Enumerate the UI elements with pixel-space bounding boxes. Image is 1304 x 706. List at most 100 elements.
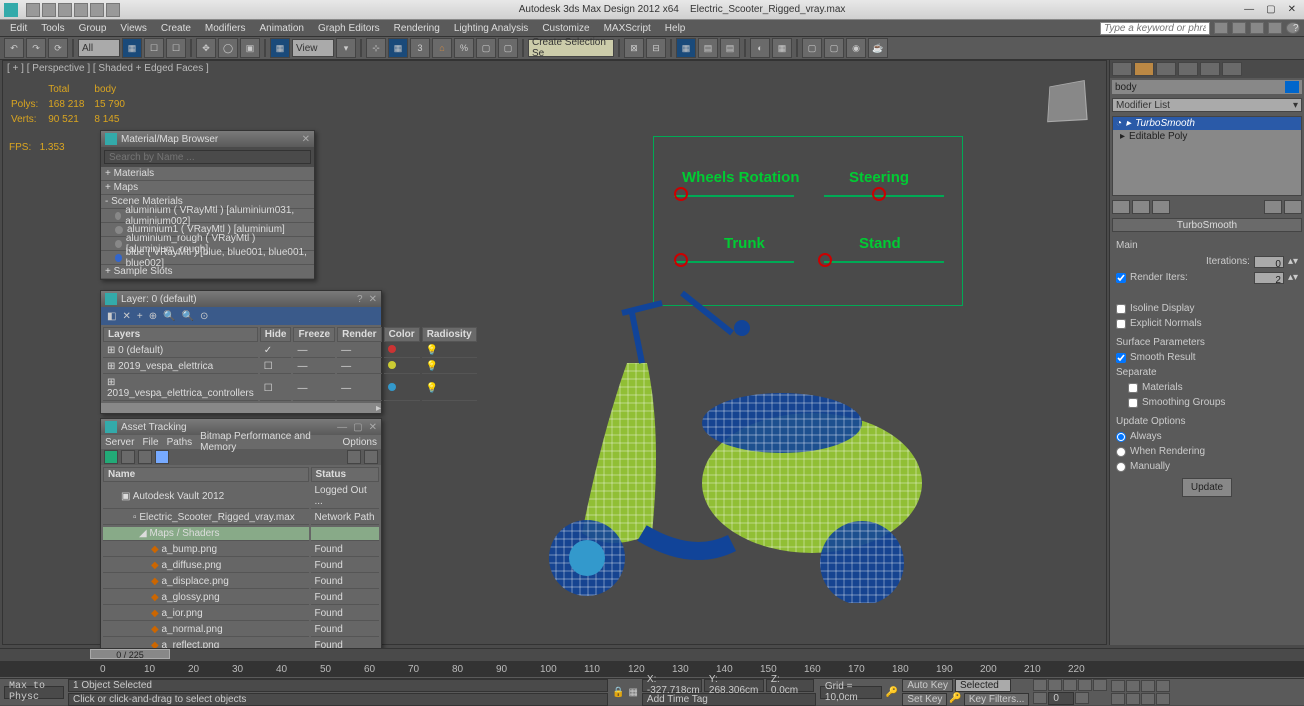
layer-row[interactable]: ⊞ 2019_vespa_elettrica☐——💡 [103,360,477,374]
render-frame-button[interactable]: ▢ [802,38,822,58]
refcoord-button[interactable]: ▦ [270,38,290,58]
menu-animation[interactable]: Animation [253,23,309,34]
time-config-button[interactable] [1075,692,1089,704]
menu-graph-editors[interactable]: Graph Editors [312,23,386,34]
move-button[interactable]: ✥ [196,38,216,58]
qat-btn[interactable] [42,3,56,17]
layers-button[interactable]: ▦ [676,38,696,58]
menu-tools[interactable]: Tools [35,23,70,34]
asset-row[interactable]: ◢ Maps / Shaders [103,527,379,541]
viewcube[interactable] [1047,80,1088,122]
layer-tool[interactable]: ⊕ [149,311,157,322]
maximize-button[interactable]: ▢ [1266,4,1275,15]
menu-edit[interactable]: Edit [4,23,33,34]
z-coord[interactable]: Z: 0,0cm [766,679,814,692]
search-icon[interactable] [1214,22,1228,34]
asset-row[interactable]: ◆ a_diffuse.pngFound [103,559,379,573]
stack-tool[interactable] [1152,200,1170,214]
menu-tool[interactable] [1268,22,1282,34]
rollout-header[interactable]: TurboSmooth [1112,218,1302,232]
help-search-input[interactable] [1100,22,1210,35]
hud-slider[interactable] [674,195,794,197]
close-button[interactable]: ✕ [1288,4,1296,15]
render-iters-spinner[interactable]: 2 [1254,272,1284,284]
menu-help[interactable]: Help [659,23,692,34]
render-iters-checkbox[interactable] [1116,273,1126,283]
nav-button[interactable] [1111,693,1125,705]
material-item[interactable]: aluminium ( VRayMtl ) [aluminium031, alu… [101,209,314,223]
asset-tool[interactable] [364,450,378,464]
layer-tool[interactable]: + [137,311,143,322]
update-manually-radio[interactable]: Manually [1116,459,1298,474]
time-tag[interactable]: Add Time Tag [642,693,816,706]
coord-icon[interactable]: ▦ [628,687,637,698]
spinner-snap-button[interactable]: ⌂ [432,38,452,58]
tab-hierarchy[interactable] [1156,62,1176,76]
hud-slider[interactable] [824,261,944,263]
undo-button[interactable]: ↶ [4,38,24,58]
qat-btn[interactable] [74,3,88,17]
asset-menu[interactable]: Server [105,437,134,448]
material-search-input[interactable] [104,150,311,164]
nav-button[interactable] [1156,693,1170,705]
panel-close-button[interactable]: ✕ [302,134,310,145]
modifier-list-dropdown[interactable]: Modifier List▾ [1112,98,1302,112]
layer-row[interactable]: ⊞ 0 (default)✓——💡 [103,344,477,358]
asset-tool[interactable] [138,450,152,464]
panel-close-button[interactable]: ✕ [369,422,377,433]
menu-views[interactable]: Views [114,23,153,34]
align-button[interactable]: ⊟ [646,38,666,58]
prev-frame-button[interactable] [1048,679,1062,691]
select-region-button[interactable]: ☐ [166,38,186,58]
menu-customize[interactable]: Customize [536,23,595,34]
nav-button[interactable] [1156,680,1170,692]
tool-button[interactable]: % [454,38,474,58]
asset-row[interactable]: ◆ a_normal.pngFound [103,623,379,637]
asset-tool[interactable] [104,450,118,464]
tool-button[interactable]: ☕ [868,38,888,58]
named-selection-sets[interactable]: Create Selection Se [528,39,614,57]
goto-start-button[interactable] [1033,679,1047,691]
selection-filter[interactable]: All [78,39,120,57]
y-coord[interactable]: Y: 268,306cm [704,679,764,692]
tool-button[interactable]: ▢ [476,38,496,58]
schematic-button[interactable]: ▤ [720,38,740,58]
layer-tool[interactable]: 🔍 [182,311,194,322]
asset-menu[interactable]: Bitmap Performance and Memory [200,431,334,453]
tool-button[interactable]: ▢ [498,38,518,58]
asset-menu[interactable]: File [142,437,158,448]
stack-tool[interactable] [1132,200,1150,214]
curve-editor-button[interactable]: ▤ [698,38,718,58]
select-button[interactable]: ▦ [122,38,142,58]
mirror-button[interactable]: ⊠ [624,38,644,58]
panel-help-button[interactable]: ? [357,294,363,305]
key-icon[interactable]: 🔑 [886,687,898,698]
lock-icon[interactable]: 🔒 [612,687,624,698]
layer-row[interactable]: ⊞ 2019_vespa_elettrica_controllers☐——💡 [103,376,477,401]
render-button[interactable]: ▢ [824,38,844,58]
layer-tool[interactable]: ✕ [122,311,130,322]
setkey-button[interactable]: Set Key [902,693,947,706]
stack-tool[interactable] [1112,200,1130,214]
layer-tool[interactable]: ◧ [107,311,116,322]
link-button[interactable]: ⟳ [48,38,68,58]
nav-button[interactable] [1111,680,1125,692]
panel-close-button[interactable]: ✕ [369,294,377,305]
hud-knob[interactable] [818,253,832,267]
explicit-normals-checkbox[interactable]: Explicit Normals [1116,316,1298,331]
menu-tool[interactable] [1250,22,1264,34]
update-rendering-radio[interactable]: When Rendering [1116,444,1298,459]
rotate-button[interactable]: ◯ [218,38,238,58]
key-mode-dropdown[interactable]: Selected [955,679,1011,692]
maxscript-listener[interactable]: Max to Physc [4,686,64,699]
nav-button[interactable] [1141,680,1155,692]
qat-btn[interactable] [58,3,72,17]
hud-knob[interactable] [674,253,688,267]
asset-tracking-panel[interactable]: Asset Tracking—▢✕ Server File Paths Bitm… [100,418,382,678]
render-setup-button[interactable]: ▦ [772,38,792,58]
modifier-stack[interactable]: ◔▸TurboSmooth ▸Editable Poly [1112,116,1302,196]
minimize-button[interactable]: — [1244,4,1254,15]
menu-tool[interactable] [1232,22,1246,34]
asset-row[interactable]: ◆ a_glossy.pngFound [103,591,379,605]
panel-max-button[interactable]: ▢ [353,422,362,433]
